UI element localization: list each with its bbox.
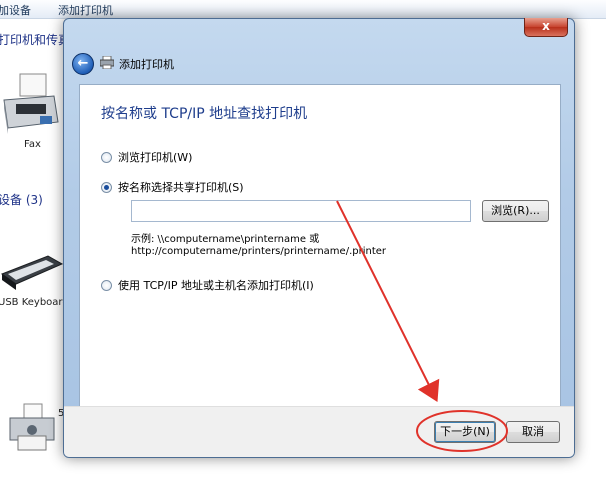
keyboard-icon[interactable] [0,250,64,294]
radio-label: 按名称选择共享打印机(S) [118,181,244,194]
back-arrow-icon[interactable]: ← [72,53,94,75]
content-heading: 按名称或 TCP/IP 地址查找打印机 [101,106,308,122]
explorer-toolbar: 加设备 添加打印机 [0,0,606,19]
add-printer-dialog: x ← 添加打印机 按名称或 TCP/IP 地址查找打印机 浏览打印机(W) 按… [63,18,575,458]
radio-tcpip-hostname[interactable]: 使用 TCP/IP 地址或主机名添加打印机(I) [101,277,314,293]
toolbar-add-printer[interactable]: 添加打印机 [58,2,113,18]
heading-printers: 打印机和传真 [0,33,71,47]
radio-button-selected[interactable] [101,182,112,193]
close-button[interactable]: x [524,18,568,37]
radio-browse-printers[interactable]: 浏览打印机(W) [101,149,192,165]
title-printer-icon [100,56,114,69]
heading-devices: 设备 (3) [0,193,43,207]
radio-select-shared-printer[interactable]: 按名称选择共享打印机(S) [101,179,244,195]
device-label-fax: Fax [24,139,41,150]
cancel-button[interactable]: 取消 [506,421,560,443]
dialog-content: 按名称或 TCP/IP 地址查找打印机 浏览打印机(W) 按名称选择共享打印机(… [79,84,561,408]
printer-icon[interactable] [6,402,58,454]
fax-icon[interactable] [0,70,62,138]
toolbar-add-device[interactable]: 加设备 [0,2,31,18]
example-line-1: 示例: \\computername\printername 或 [131,234,320,245]
radio-button[interactable] [101,280,112,291]
example-line-2: http://computername/printers/printername… [131,246,387,257]
dialog-title: 添加打印机 [119,58,174,71]
browse-button[interactable]: 浏览(R)... [482,200,549,222]
radio-label: 浏览打印机(W) [118,151,193,164]
dialog-title-row: ← 添加打印机 [64,47,574,77]
device-label-keyboard: USB Keyboard [0,297,69,308]
dialog-button-bar: 下一步(N) 取消 [64,406,574,457]
next-button[interactable]: 下一步(N) [434,421,496,443]
shared-printer-input[interactable] [131,200,471,222]
radio-button[interactable] [101,152,112,163]
radio-label: 使用 TCP/IP 地址或主机名添加打印机(I) [118,279,314,292]
